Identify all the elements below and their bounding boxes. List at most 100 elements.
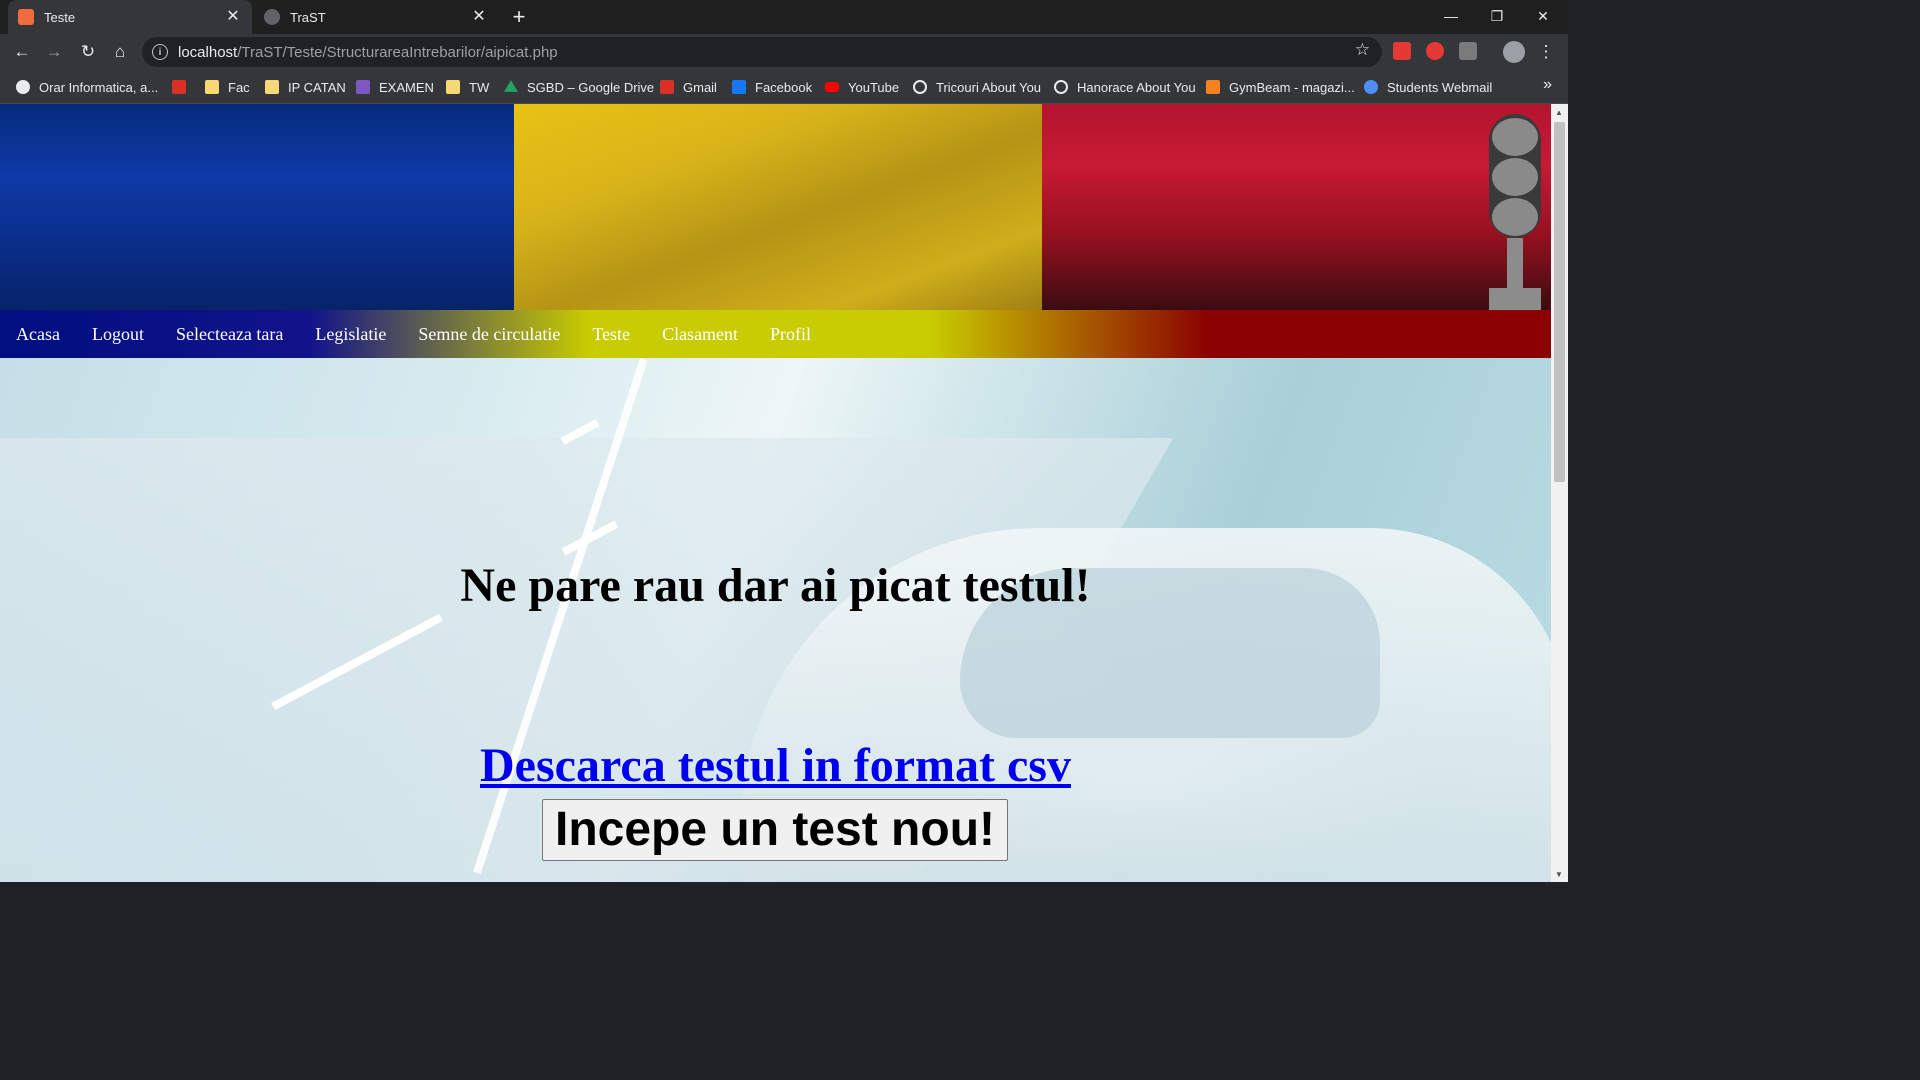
bookmark-item[interactable]: Hanorace About You	[1054, 77, 1196, 97]
nav-logout[interactable]: Logout	[92, 324, 144, 345]
bookmark-label: YouTube	[848, 79, 900, 95]
nav-semne-de-circulatie[interactable]: Semne de circulatie	[418, 324, 560, 345]
bookmark-label: IP CATAN	[288, 79, 346, 95]
bookmark-label: GymBeam - magazi...	[1229, 79, 1355, 95]
fail-message: Ne pare rau dar ai picat testul!	[460, 559, 1091, 612]
forward-arrow-icon[interactable]: →	[40, 38, 68, 66]
site-info-icon[interactable]: i	[152, 44, 168, 60]
traffic-light-lamp	[1492, 118, 1538, 156]
bookmark-label: Gmail	[683, 79, 717, 95]
back-arrow-icon[interactable]: ←	[8, 38, 36, 66]
scroll-down-icon[interactable]: ▼	[1555, 870, 1563, 879]
adblock-icon[interactable]	[1426, 42, 1444, 60]
address-bar[interactable]: i localhost/TraST/Teste/StructurareaIntr…	[142, 37, 1382, 67]
bookmarks-bar: Orar Informatica, a... Fac IP CATAN EXAM…	[0, 70, 1568, 104]
facebook-extension-icon[interactable]	[1459, 42, 1477, 60]
nav-profil[interactable]: Profil	[770, 324, 811, 345]
bookmark-star-icon[interactable]: ☆	[1355, 40, 1370, 60]
bookmark-item[interactable]: IP CATAN	[265, 77, 346, 97]
flag-blue-stripe	[0, 104, 514, 310]
bookmark-item[interactable]: Tricouri About You	[913, 77, 1041, 97]
folder-icon	[205, 80, 219, 94]
bookmark-item[interactable]: Facebook	[732, 77, 812, 97]
bookmark-item[interactable]: TW	[446, 77, 489, 97]
gymbeam-icon	[1206, 80, 1220, 94]
browser-toolbar: ← → ↻ ⌂ i localhost/TraST/Teste/Structur…	[0, 34, 1568, 70]
traffic-light-lamp	[1492, 198, 1538, 236]
traffic-light-pole	[1507, 238, 1523, 294]
home-icon[interactable]: ⌂	[106, 38, 134, 66]
nav-acasa[interactable]: Acasa	[16, 324, 60, 345]
bookmark-item[interactable]: GymBeam - magazi...	[1206, 77, 1355, 97]
flag-red-stripe	[1042, 104, 1551, 310]
facebook-icon	[732, 80, 746, 94]
extension-icon[interactable]	[1393, 42, 1411, 60]
tab-strip: Teste ✕ TraST ✕ + — ❐ ✕	[0, 0, 1568, 34]
minimize-icon[interactable]: —	[1428, 0, 1474, 32]
circle-icon	[913, 80, 927, 94]
bookmark-label: Facebook	[755, 79, 813, 95]
bookmark-item[interactable]: SGBD – Google Drive	[504, 77, 654, 97]
tab-close-icon[interactable]: ✕	[470, 8, 488, 26]
bookmark-item[interactable]: Students Webmail	[1364, 77, 1492, 97]
bookmark-label: TW	[469, 79, 490, 95]
bookmarks-overflow-icon[interactable]: »	[1543, 76, 1552, 94]
traffic-light-logo	[1489, 114, 1541, 310]
reload-icon[interactable]: ↻	[74, 38, 102, 66]
url-path: /TraST/Teste/StructurareaIntrebarilor/ai…	[237, 43, 558, 61]
circle-icon	[1054, 80, 1068, 94]
tab-favicon-icon	[18, 9, 34, 25]
nav-legislatie[interactable]: Legislatie	[315, 324, 386, 345]
bookmark-item[interactable]: Orar Informatica, a...	[16, 77, 158, 97]
new-tab-button[interactable]: +	[506, 4, 532, 30]
tab-trast[interactable]: TraST ✕	[254, 0, 498, 34]
tab-teste[interactable]: Teste ✕	[8, 0, 252, 34]
webmail-icon	[1364, 80, 1378, 94]
bookmark-item[interactable]: Gmail	[660, 77, 717, 97]
drive-icon	[504, 80, 518, 92]
new-test-button[interactable]: Incepe un test nou!	[542, 799, 1008, 861]
nav-selecteaza-tara[interactable]: Selecteaza tara	[176, 324, 283, 345]
bookmark-item[interactable]: Fac	[205, 77, 250, 97]
list-icon	[356, 80, 370, 94]
tab-title: Teste	[44, 9, 76, 25]
traffic-light-lamp	[1492, 158, 1538, 196]
bookmark-label: SGBD – Google Drive	[527, 79, 655, 95]
window-close-icon[interactable]: ✕	[1520, 0, 1566, 32]
folder-icon	[446, 80, 460, 94]
download-csv-wrapper: Descarca testul in format csv	[0, 738, 1551, 793]
restore-icon[interactable]: ❐	[1474, 0, 1520, 32]
gmail-icon	[172, 80, 186, 94]
folder-icon	[265, 80, 279, 94]
nav-teste[interactable]: Teste	[592, 324, 630, 345]
bookmark-label: Hanorace About You	[1077, 79, 1196, 95]
bookmark-item[interactable]: YouTube	[825, 77, 899, 97]
bookmark-label: EXAMEN	[379, 79, 434, 95]
scrollbar-thumb[interactable]	[1554, 122, 1565, 482]
result-section: Ne pare rau dar ai picat testul! Descarc…	[0, 358, 1551, 882]
globe-icon	[264, 9, 280, 25]
globe-icon	[16, 80, 30, 94]
scroll-up-icon[interactable]: ▲	[1555, 108, 1563, 117]
tab-title: TraST	[290, 9, 326, 25]
bookmark-item[interactable]	[172, 77, 195, 97]
main-nav: Acasa Logout Selecteaza tara Legislatie …	[0, 310, 1551, 358]
nav-clasament[interactable]: Clasament	[662, 324, 738, 345]
page-scrollbar[interactable]: ▲ ▼	[1551, 104, 1568, 882]
tab-close-icon[interactable]: ✕	[224, 8, 242, 26]
bookmark-item[interactable]: EXAMEN	[356, 77, 434, 97]
bookmark-label: Fac	[228, 79, 250, 95]
bookmark-label: Students Webmail	[1387, 79, 1493, 95]
bookmark-label: Orar Informatica, a...	[39, 79, 159, 95]
youtube-icon	[825, 82, 839, 92]
traffic-light-base	[1489, 288, 1541, 310]
browser-window: Teste ✕ TraST ✕ + — ❐ ✕ ← → ↻ ⌂ i localh…	[0, 0, 1568, 882]
download-csv-link[interactable]: Descarca testul in format csv	[480, 739, 1071, 792]
menu-dots-icon[interactable]: ⋮	[1532, 38, 1560, 66]
bookmark-label: Tricouri About You	[936, 79, 1042, 95]
flag-yellow-stripe	[514, 104, 1042, 310]
gmail-icon	[660, 80, 674, 94]
url-host: localhost	[178, 43, 238, 61]
profile-avatar[interactable]	[1503, 41, 1525, 63]
page-viewport: Acasa Logout Selecteaza tara Legislatie …	[0, 104, 1551, 882]
